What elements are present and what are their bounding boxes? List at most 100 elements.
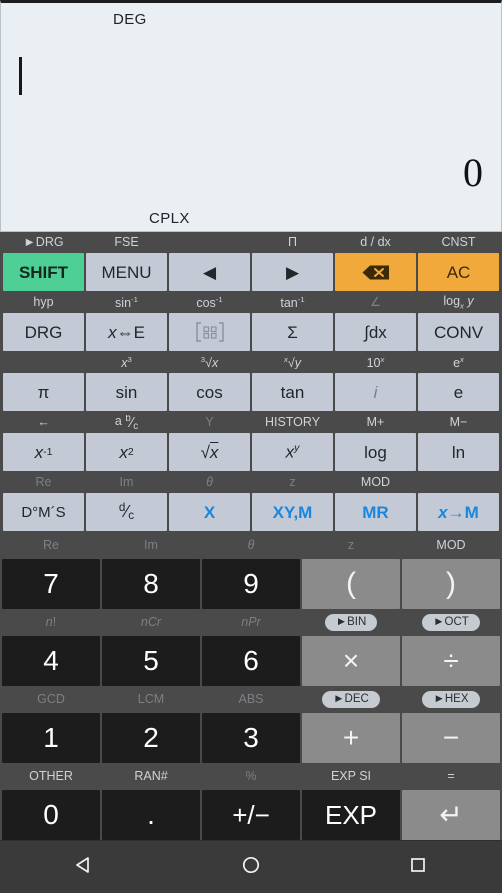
shift-key[interactable]: SHIFT bbox=[3, 253, 84, 291]
shift-label: LCM bbox=[137, 693, 165, 706]
store-to-memory-key[interactable]: x →M bbox=[418, 493, 499, 531]
shift-label: 10x bbox=[366, 355, 385, 370]
close-paren-key[interactable]: ) bbox=[402, 559, 500, 609]
add-key[interactable]: + bbox=[302, 713, 400, 763]
recents-button[interactable] bbox=[383, 841, 453, 893]
shift-label: ABS bbox=[238, 693, 264, 706]
digit-2-key[interactable]: 2 bbox=[102, 713, 200, 763]
base-mode-badge[interactable]: ►OCT bbox=[402, 614, 500, 631]
sin-key[interactable]: sin bbox=[86, 373, 167, 411]
digit-0-key[interactable]: 0 bbox=[2, 790, 100, 840]
exponent-key[interactable]: EXP bbox=[302, 790, 400, 840]
shift-label: MOD bbox=[360, 476, 391, 489]
improper-fraction-key[interactable]: d ⁄ c bbox=[86, 493, 167, 531]
enter-equals-key[interactable]: ↵ bbox=[402, 790, 500, 840]
base-mode-badge[interactable]: ►BIN bbox=[302, 614, 400, 631]
numeric-keys-section: Re Im θ z MOD 7 8 9() n! nCr nPr ►BIN ►OCT 4 5 6 × ÷ GCD LC… bbox=[0, 532, 502, 840]
memory-x-key[interactable]: X bbox=[169, 493, 250, 531]
shift-label: nPr bbox=[241, 616, 261, 629]
android-navigation-bar bbox=[0, 840, 502, 893]
shift-label: MOD bbox=[436, 539, 466, 552]
shift-label: HISTORY bbox=[264, 416, 321, 429]
shift-label: OTHER bbox=[29, 770, 73, 783]
key-row: 7 8 9() bbox=[0, 559, 502, 609]
cursor-left-key[interactable]: ◀ bbox=[169, 253, 250, 291]
divide-key[interactable]: ÷ bbox=[402, 636, 500, 686]
ln-key[interactable]: ln bbox=[418, 433, 499, 471]
integral-key[interactable]: ∫dx bbox=[335, 313, 416, 351]
memory-recall-key[interactable]: MR bbox=[335, 493, 416, 531]
calculator-app: DEG 0 CPLX ►DRG FSE Πd / dx CNST SHIFT MENU ◀ ▶… bbox=[0, 0, 502, 893]
power-key[interactable]: xy bbox=[252, 433, 333, 471]
shift-label: ← bbox=[37, 416, 50, 429]
euler-e-key[interactable]: e bbox=[418, 373, 499, 411]
shift-label: CNST bbox=[441, 236, 476, 249]
multiply-key[interactable]: × bbox=[302, 636, 400, 686]
shift-label: ∠ bbox=[369, 296, 382, 309]
key-row: 0. +/− EXP ↵ bbox=[0, 790, 502, 840]
calculator-display[interactable]: DEG 0 CPLX bbox=[0, 0, 502, 232]
sigma-sum-key[interactable]: Σ bbox=[252, 313, 333, 351]
tan-key[interactable]: tan bbox=[252, 373, 333, 411]
shift-label: % bbox=[245, 770, 257, 783]
log-key[interactable]: log bbox=[335, 433, 416, 471]
reciprocal-key[interactable]: x -1 bbox=[3, 433, 84, 471]
shift-label: Re bbox=[43, 539, 59, 552]
drg-key[interactable]: DRG bbox=[3, 313, 84, 351]
digit-1-key[interactable]: 1 bbox=[2, 713, 100, 763]
base-mode-badge[interactable]: ►HEX bbox=[402, 691, 500, 708]
base-mode-badge[interactable]: ►DEC bbox=[302, 691, 400, 708]
key-row: D°M´S d ⁄ c X XY,M MR x →M bbox=[1, 493, 501, 531]
shift-label: GCD bbox=[37, 693, 65, 706]
memory-xym-key[interactable]: XY,M bbox=[252, 493, 333, 531]
convert-key[interactable]: CONV bbox=[418, 313, 499, 351]
shift-label: M+ bbox=[366, 416, 385, 429]
degrees-minutes-seconds-key[interactable]: D°M´S bbox=[3, 493, 84, 531]
digit-3-key[interactable]: 3 bbox=[202, 713, 300, 763]
pi-key[interactable]: π bbox=[3, 373, 84, 411]
digit-5-key[interactable]: 5 bbox=[102, 636, 200, 686]
key-row: DRG x ⇔E Σ ∫dx CONV bbox=[1, 313, 501, 351]
all-clear-key[interactable]: AC bbox=[418, 253, 499, 291]
angle-mode-indicator: DEG bbox=[113, 11, 147, 28]
shift-label: Im bbox=[144, 539, 158, 552]
shift-label: n! bbox=[45, 616, 57, 629]
menu-key[interactable]: MENU bbox=[86, 253, 167, 291]
digit-9-key[interactable]: 9 bbox=[202, 559, 300, 609]
matrix-key[interactable] bbox=[169, 313, 250, 351]
cos-key[interactable]: cos bbox=[169, 373, 250, 411]
shift-label: FSE bbox=[114, 236, 139, 249]
back-button[interactable] bbox=[49, 841, 119, 893]
key-row: 4 5 6 × ÷ bbox=[0, 636, 502, 686]
digit-7-key[interactable]: 7 bbox=[2, 559, 100, 609]
digit-8-key[interactable]: 8 bbox=[102, 559, 200, 609]
key-row: x -1 x 2 √ x xy log ln bbox=[1, 433, 501, 471]
digit-4-key[interactable]: 4 bbox=[2, 636, 100, 686]
x-swap-e-key[interactable]: x ⇔E bbox=[86, 313, 167, 351]
shift-label: Im bbox=[119, 476, 134, 489]
shift-label: sin-1 bbox=[115, 295, 138, 310]
home-button[interactable] bbox=[216, 841, 286, 893]
imaginary-unit-key[interactable]: i bbox=[335, 373, 416, 411]
open-paren-key[interactable]: ( bbox=[302, 559, 400, 609]
recents-square-icon bbox=[408, 855, 428, 880]
digit-6-key[interactable]: 6 bbox=[202, 636, 300, 686]
shift-label-row: ← a b ⁄ c Y HISTORY M+ M− bbox=[1, 412, 501, 433]
shift-label: cos-1 bbox=[196, 295, 223, 310]
subtract-key[interactable]: − bbox=[402, 713, 500, 763]
shift-label-row: x3 3√x x√y 10x ex bbox=[1, 352, 501, 373]
square-root-key[interactable]: √ x bbox=[169, 433, 250, 471]
scientific-keys-section: ►DRG FSE Πd / dx CNST SHIFT MENU ◀ ▶ AC hyp sin-1 c… bbox=[0, 232, 502, 532]
key-row: SHIFT MENU ◀ ▶ AC bbox=[1, 253, 501, 291]
shift-label-row: OTHER RAN#% EXP SI = bbox=[0, 763, 502, 790]
sign-toggle-key[interactable]: +/− bbox=[202, 790, 300, 840]
shift-label: EXP SI bbox=[330, 770, 372, 783]
shift-label: M− bbox=[449, 416, 468, 429]
decimal-point-key[interactable]: . bbox=[102, 790, 200, 840]
square-key[interactable]: x2 bbox=[86, 433, 167, 471]
backspace-key[interactable] bbox=[335, 253, 416, 291]
cursor-right-key[interactable]: ▶ bbox=[252, 253, 333, 291]
shift-label: z bbox=[289, 476, 296, 489]
shift-label: hyp bbox=[33, 296, 54, 309]
back-triangle-icon bbox=[74, 855, 94, 880]
